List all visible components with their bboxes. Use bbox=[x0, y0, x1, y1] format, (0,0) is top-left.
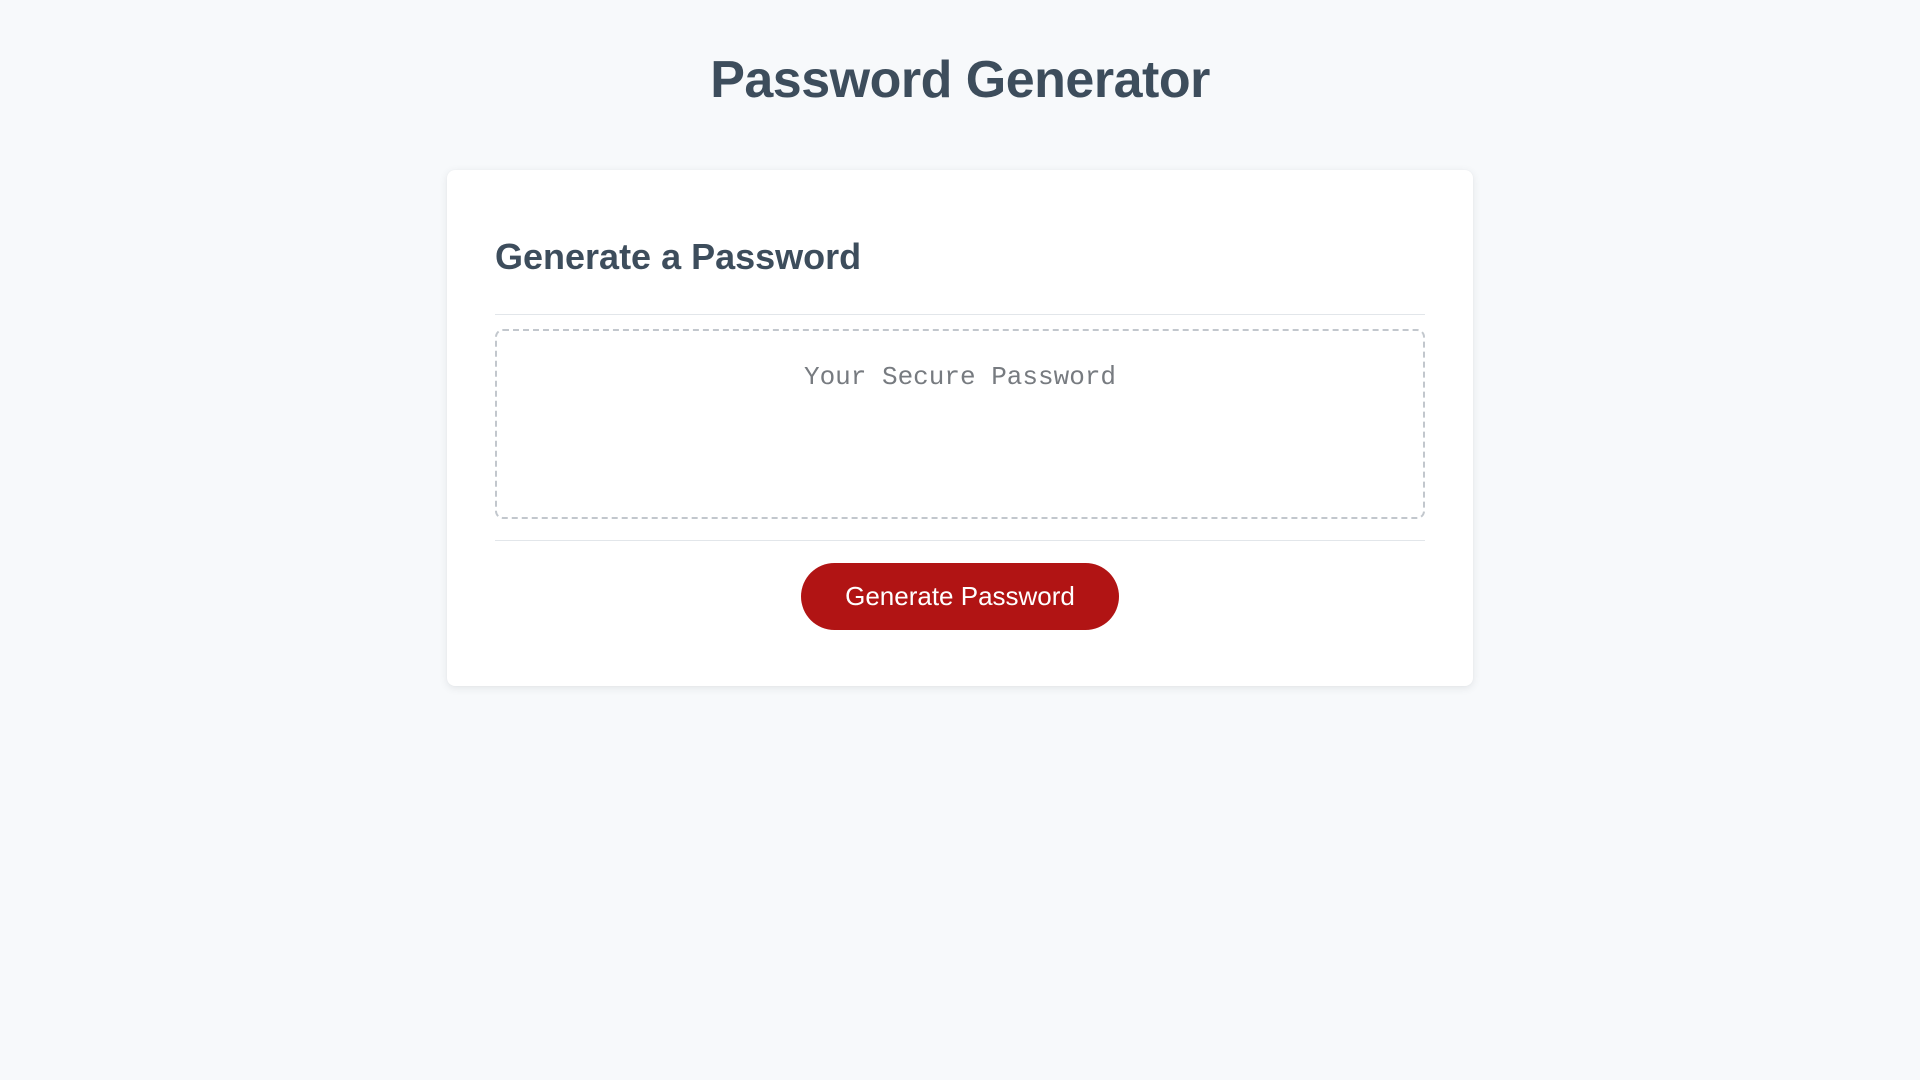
generate-password-button[interactable]: Generate Password bbox=[801, 563, 1119, 630]
output-section bbox=[495, 314, 1425, 541]
page-title: Password Generator bbox=[232, 50, 1688, 110]
card-heading: Generate a Password bbox=[495, 236, 1425, 278]
button-row: Generate Password bbox=[495, 563, 1425, 630]
password-output[interactable] bbox=[495, 329, 1425, 519]
generator-card: Generate a Password Generate Password bbox=[447, 170, 1473, 686]
page-wrapper: Password Generator Generate a Password G… bbox=[232, 0, 1688, 686]
